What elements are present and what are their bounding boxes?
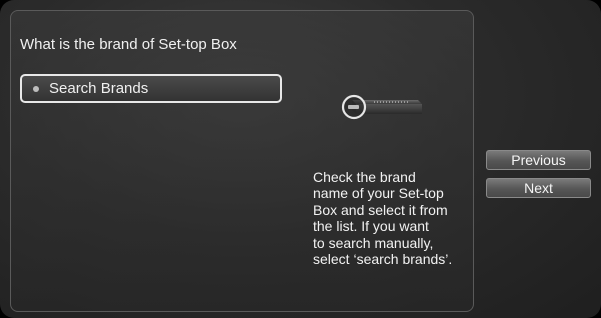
previous-button[interactable]: Previous xyxy=(486,150,591,170)
question-title: What is the brand of Set-top Box xyxy=(20,36,237,53)
help-line: Box and select it from xyxy=(313,201,448,218)
search-brands-label: Search Brands xyxy=(49,80,149,97)
search-brands-button[interactable]: Search Brands xyxy=(20,74,282,103)
help-line: Check the brand xyxy=(313,169,416,185)
set-top-box-icon xyxy=(341,94,422,120)
setup-screen: What is the brand of Set-top Box Search … xyxy=(0,0,601,318)
help-line: name of your Set-top xyxy=(313,185,444,202)
bullet-dot-icon xyxy=(33,85,39,92)
help-text: Check the brand name of your Set-top Box… xyxy=(313,169,468,267)
help-line: the list. If you want xyxy=(313,218,429,235)
help-line: to search manually, xyxy=(313,234,434,251)
next-button[interactable]: Next xyxy=(486,178,591,198)
help-line: select ‘search brands’. xyxy=(313,251,453,268)
